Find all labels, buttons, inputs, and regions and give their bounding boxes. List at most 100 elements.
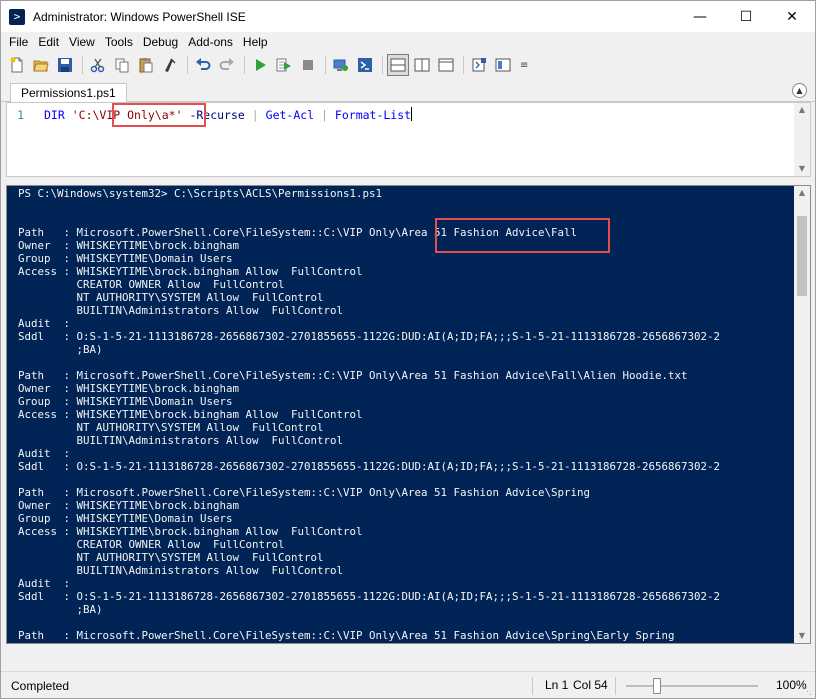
scroll-up-icon[interactable]: ▲ [794,103,810,117]
console-line: Owner : WHISKEYTIME\brock.bingham [18,499,240,512]
close-button[interactable]: ✕ [769,1,815,32]
console-line: Access : WHISKEYTIME\brock.bingham Allow… [18,265,363,278]
console-line: Access : WHISKEYTIME\brock.bingham Allow… [18,408,363,421]
script-tab-row: Permissions1.ps1 ▲ [1,78,815,103]
console-line: Audit : [18,447,71,460]
status-text: Completed [11,679,70,693]
console-line: Sddl : O:S-1-5-21-1113186728-2656867302-… [18,460,721,473]
window-controls: — ☐ ✕ [677,1,815,32]
console-line: Group : WHISKEYTIME\Domain Users [18,252,233,265]
toolbar-separator [382,56,383,74]
zoom-thumb[interactable] [653,678,661,694]
highlight-box-path [112,103,206,127]
token-pipe: | [251,108,259,122]
console-line: NT AUTHORITY\SYSTEM Allow FullControl [18,421,324,434]
status-separator [532,677,533,695]
maximize-button[interactable]: ☐ [723,1,769,32]
powershell-ise-icon: > [9,8,25,25]
paste-icon[interactable] [135,54,157,76]
stop-icon[interactable] [297,54,319,76]
highlight-box-folder [435,218,610,253]
scroll-down-icon[interactable]: ▼ [794,629,810,643]
open-folder-icon[interactable] [30,54,52,76]
toolbar-separator [187,56,188,74]
scroll-thumb[interactable] [797,216,807,296]
status-separator [615,677,616,695]
console-line: Sddl : O:S-1-5-21-1113186728-2656867302-… [18,590,721,603]
console-line: PS C:\Windows\system32> C:\Scripts\ACLS\… [18,187,383,200]
copy-icon[interactable] [111,54,133,76]
toolbar-overflow-icon[interactable]: ≡ [520,60,528,71]
save-icon[interactable] [54,54,76,76]
console-line: NT AUTHORITY\SYSTEM Allow FullControl [18,551,324,564]
token-get-acl: Get-Acl [265,108,315,122]
menu-view[interactable]: View [64,32,100,52]
console-line: CREATOR OWNER Allow FullControl [18,538,285,551]
menu-help[interactable]: Help [238,32,273,52]
console-line: Audit : [18,317,71,330]
console-line: Sddl : O:S-1-5-21-1113186728-2656867302-… [18,330,721,343]
console-line: ;BA) [18,343,103,356]
console-line: Path : Microsoft.PowerShell.Core\FileSys… [18,226,578,239]
zoom-slider[interactable] [626,678,758,694]
token-format-list: Format-List [334,108,412,122]
console-line: Owner : WHISKEYTIME\brock.bingham [18,239,240,252]
menu-file[interactable]: File [4,32,33,52]
run-script-icon[interactable] [249,54,271,76]
menu-bar: File Edit View Tools Debug Add-ons Help [1,32,815,52]
toolbar-separator [82,56,83,74]
resize-grip-icon[interactable]: ⋱ [803,686,813,696]
console-line: Owner : WHISKEYTIME\brock.bingham [18,382,240,395]
token-pipe: | [321,108,328,122]
clear-console-icon[interactable] [159,54,181,76]
menu-debug[interactable]: Debug [138,32,183,52]
scroll-down-icon[interactable]: ▼ [794,162,810,176]
toolbar-separator [325,56,326,74]
console-vertical-scrollbar[interactable]: ▲ ▼ [794,186,810,643]
menu-addons[interactable]: Add-ons [183,32,238,52]
tab-permissions1[interactable]: Permissions1.ps1 [10,83,127,103]
token-dir: DIR [44,108,65,122]
new-file-icon[interactable] [6,54,28,76]
toolbar-separator [463,56,464,74]
show-script-right-icon[interactable] [411,54,433,76]
console-line: ;BA) [18,603,103,616]
script-vertical-scrollbar[interactable]: ▲ ▼ [794,103,810,176]
console-line: Path : Microsoft.PowerShell.Core\FileSys… [18,486,591,499]
console-line: BUILTIN\Administrators Allow FullControl [18,304,344,317]
toolbar: ≡ [1,52,815,78]
console-line: NT AUTHORITY\SYSTEM Allow FullControl [18,291,324,304]
console-output: PS C:\Windows\system32> C:\Scripts\ACLS\… [18,187,720,642]
console-line: CREATOR OWNER Allow FullControl [18,278,285,291]
collapse-script-pane-icon[interactable]: ▲ [792,83,807,98]
minimize-button[interactable]: — [677,1,723,32]
show-addon-icon[interactable] [492,54,514,76]
console-line: BUILTIN\Administrators Allow FullControl [18,564,344,577]
show-script-top-icon[interactable] [387,54,409,76]
status-bar: Completed Ln 1 Col 54 100% ⋱ [1,671,815,698]
scroll-up-icon[interactable]: ▲ [794,186,810,200]
show-command-icon[interactable] [468,54,490,76]
cut-icon[interactable] [87,54,109,76]
show-script-maximized-icon[interactable] [435,54,457,76]
code-line: 1 DIR 'C:\VIP Only\a*' -Recurse | Get-Acl… [7,107,413,123]
new-remote-tab-icon[interactable] [330,54,352,76]
line-indicator: Ln 1 [545,678,569,692]
redo-icon[interactable] [216,54,238,76]
menu-tools[interactable]: Tools [100,32,138,52]
console-line: BUILTIN\Administrators Allow FullControl [18,434,344,447]
powershell-ise-window: > Administrator: Windows PowerShell ISE … [0,0,816,699]
run-selection-icon[interactable] [273,54,295,76]
console-line: Path : Microsoft.PowerShell.Core\FileSys… [18,629,675,642]
start-powershell-icon[interactable] [354,54,376,76]
console-line: Path : Microsoft.PowerShell.Core\FileSys… [18,369,688,382]
menu-edit[interactable]: Edit [33,32,64,52]
console-line: Access : WHISKEYTIME\brock.bingham Allow… [18,525,363,538]
toolbar-separator [244,56,245,74]
console-pane[interactable]: PS C:\Windows\system32> C:\Scripts\ACLS\… [6,185,811,644]
undo-icon[interactable] [192,54,214,76]
